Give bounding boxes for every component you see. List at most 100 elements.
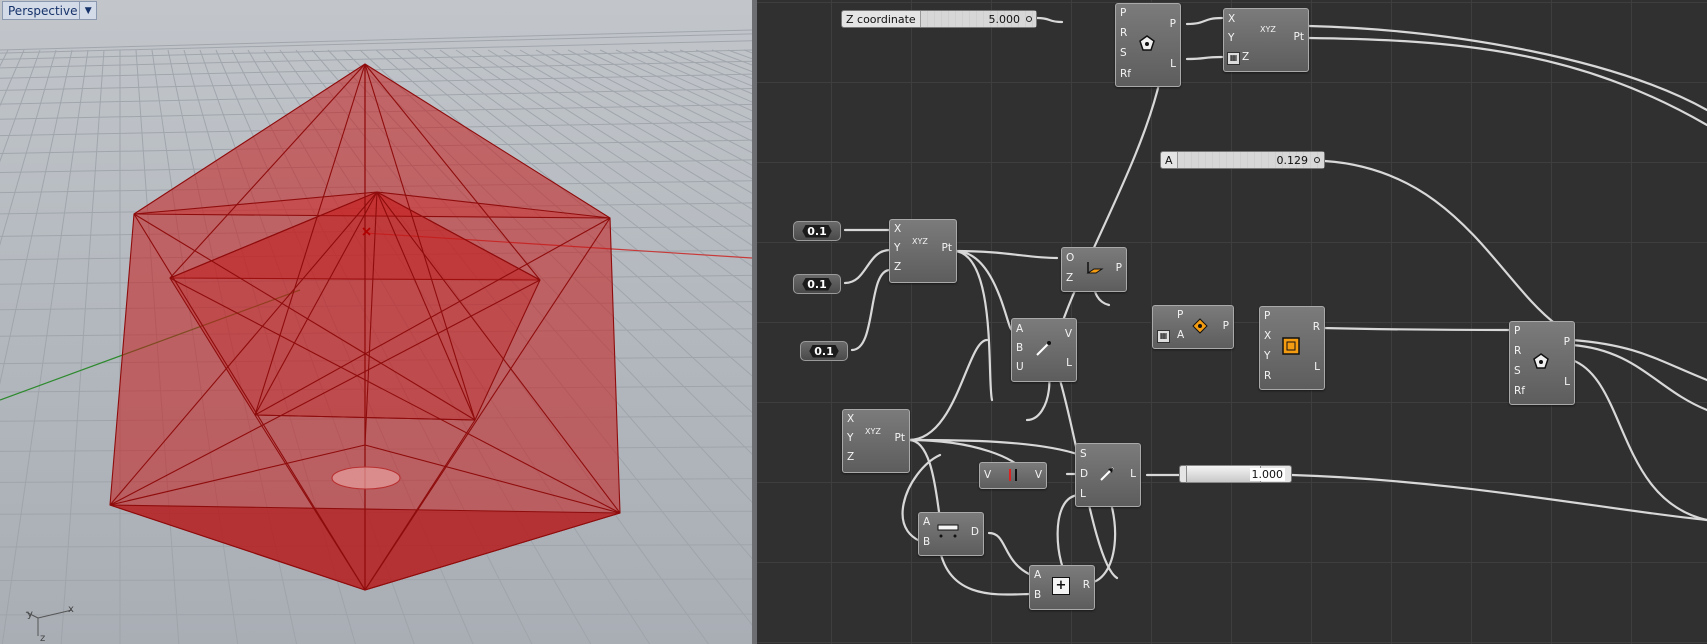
input-pin[interactable]: A xyxy=(1016,323,1023,335)
output-pin[interactable]: L xyxy=(1170,58,1176,70)
input-pin[interactable]: V xyxy=(984,469,991,481)
slider-knob[interactable] xyxy=(1026,16,1032,22)
input-pin[interactable]: Rf xyxy=(1514,385,1525,397)
output-pin[interactable]: Pt xyxy=(942,242,952,254)
grid-icon: ▦ xyxy=(1157,330,1170,343)
input-pin[interactable]: X xyxy=(1228,13,1235,25)
input-pin[interactable]: R xyxy=(1514,345,1521,357)
star-tetrahedron-shape[interactable] xyxy=(109,63,621,591)
xy-plane-component[interactable]: O Z P xyxy=(1061,247,1127,292)
input-pin[interactable]: P xyxy=(1120,7,1126,19)
rectangle-component[interactable]: P X Y R R L xyxy=(1259,306,1325,390)
construct-point-component[interactable]: X Y Z Pt XYZ xyxy=(889,219,957,283)
input-pin[interactable]: P xyxy=(1514,325,1520,337)
output-pin[interactable]: L xyxy=(1564,376,1570,388)
input-pin[interactable]: R xyxy=(1264,370,1271,382)
input-pin[interactable]: R xyxy=(1120,27,1127,39)
output-pin[interactable]: D xyxy=(971,526,979,538)
grasshopper-canvas[interactable]: Z coordinate 5.000 A 0.129 1.000 0.1 0.1… xyxy=(757,0,1707,644)
output-pin[interactable]: V xyxy=(1035,469,1042,481)
input-pin[interactable]: X xyxy=(1264,330,1271,342)
input-pin[interactable]: Z xyxy=(894,261,901,273)
addition-component[interactable]: A B R + xyxy=(1029,565,1095,610)
perspective-scene: x y z xyxy=(0,29,752,644)
polygon-icon xyxy=(1533,353,1549,369)
input-pin[interactable]: S xyxy=(1514,365,1521,377)
reverse-component[interactable]: V V xyxy=(979,462,1047,489)
input-pin[interactable]: P xyxy=(1264,310,1270,322)
polygon-component[interactable]: P R S Rf P L xyxy=(1115,3,1181,87)
input-pin[interactable]: A xyxy=(923,516,930,528)
line-sdl-component[interactable]: S D L L xyxy=(1075,443,1141,507)
number-value: 0.1 xyxy=(802,277,832,291)
input-pin[interactable]: S xyxy=(1080,448,1087,460)
number-panel[interactable]: 0.1 xyxy=(793,221,841,241)
output-pin[interactable]: L xyxy=(1130,468,1136,480)
input-pin[interactable]: D xyxy=(1080,468,1088,480)
output-pin[interactable]: P xyxy=(1223,320,1229,332)
output-pin[interactable]: Pt xyxy=(895,432,905,444)
construct-point-component[interactable]: X Y Z ▦ Pt XYZ xyxy=(1223,8,1309,72)
polygon-component[interactable]: P R S Rf P L xyxy=(1509,321,1575,405)
axis-label-z: z xyxy=(40,633,45,644)
slider-name: Z coordinate xyxy=(842,11,921,27)
distance-component[interactable]: A B D xyxy=(918,512,984,556)
output-pin[interactable]: P xyxy=(1116,262,1122,274)
viewport-tab[interactable]: Perspective ▼ xyxy=(2,1,97,20)
a-slider[interactable]: A 0.129 xyxy=(1160,151,1325,169)
output-pin[interactable]: L xyxy=(1066,357,1072,369)
output-pin[interactable]: R xyxy=(1083,579,1090,591)
slider-value: 1.000 xyxy=(1249,467,1285,481)
plus-icon: + xyxy=(1052,577,1070,595)
input-pin[interactable]: Y xyxy=(1228,32,1234,44)
input-pin[interactable]: Z xyxy=(1066,272,1073,284)
rhino-viewport[interactable]: x y z Perspective ▼ xyxy=(0,0,752,644)
slider-knob[interactable] xyxy=(1314,157,1320,163)
input-pin[interactable]: B xyxy=(1034,589,1041,601)
dropdown-arrow-icon[interactable]: ▼ xyxy=(79,2,96,19)
number-panel[interactable]: 0.1 xyxy=(793,274,841,294)
distance-icon xyxy=(937,524,959,538)
input-pin[interactable]: A xyxy=(1177,329,1184,341)
input-pin[interactable]: B xyxy=(1016,342,1023,354)
input-pin[interactable]: P xyxy=(1177,309,1183,321)
number-value: 0.1 xyxy=(802,224,832,238)
output-pin[interactable]: V xyxy=(1065,328,1072,340)
slider-track[interactable]: 0.129 xyxy=(1177,152,1324,168)
slider-track[interactable]: 5.000 xyxy=(920,11,1036,27)
input-pin[interactable]: L xyxy=(1080,488,1086,500)
unnamed-slider[interactable]: 1.000 xyxy=(1179,465,1292,483)
input-pin[interactable]: Z xyxy=(847,451,854,463)
viewport-name[interactable]: Perspective xyxy=(3,4,79,18)
line-icon xyxy=(1036,341,1051,356)
output-pin[interactable]: P xyxy=(1564,336,1570,348)
input-pin[interactable]: S xyxy=(1120,47,1127,59)
input-pin[interactable]: Rf xyxy=(1120,68,1131,80)
xyz-icon: XYZ xyxy=(912,237,928,246)
line-component[interactable]: A B U V L xyxy=(1011,318,1077,382)
input-pin[interactable]: O xyxy=(1066,252,1074,264)
output-pin[interactable]: L xyxy=(1314,361,1320,373)
output-pin[interactable]: Pt xyxy=(1294,31,1304,43)
rotate-icon xyxy=(1192,318,1208,334)
output-pin[interactable]: P xyxy=(1170,18,1176,30)
input-pin[interactable]: Y xyxy=(1264,350,1270,362)
input-pin[interactable]: B xyxy=(923,536,930,548)
slider-name: A xyxy=(1161,152,1178,168)
axis-label-x: x xyxy=(68,604,74,615)
output-pin[interactable]: R xyxy=(1313,321,1320,333)
xyz-icon: XYZ xyxy=(865,427,881,436)
input-pin[interactable]: X xyxy=(847,413,854,425)
construct-point-component[interactable]: X Y Z Pt XYZ xyxy=(842,409,910,473)
input-pin[interactable]: Z xyxy=(1242,51,1249,63)
rotate-plane-component[interactable]: P A ▦ P xyxy=(1152,305,1234,349)
input-pin[interactable]: U xyxy=(1016,361,1024,373)
input-pin[interactable]: X xyxy=(894,223,901,235)
rectangle-icon xyxy=(1282,337,1300,355)
line-sdl-icon xyxy=(1100,467,1114,481)
input-pin[interactable]: Y xyxy=(847,432,853,444)
z-coordinate-slider[interactable]: Z coordinate 5.000 xyxy=(841,10,1037,28)
input-pin[interactable]: A xyxy=(1034,569,1041,581)
number-panel[interactable]: 0.1 xyxy=(800,341,848,361)
input-pin[interactable]: Y xyxy=(894,242,900,254)
